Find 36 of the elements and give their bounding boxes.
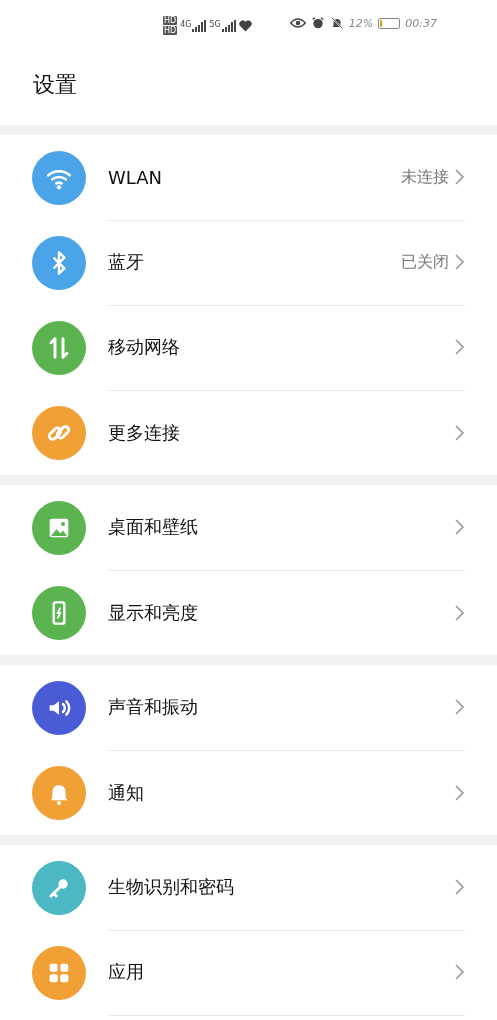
signal-icon — [192, 19, 207, 32]
setting-label[interactable]: 显示和亮度 — [108, 600, 453, 625]
chevron-icon — [453, 877, 465, 897]
setting-label[interactable]: 应用 — [108, 960, 453, 984]
network-type: 4G — [180, 19, 192, 29]
hd-badge: HD — [163, 26, 178, 35]
chevron-icon — [453, 782, 465, 803]
chevron-icon — [453, 337, 465, 357]
chevron-icon — [453, 517, 465, 537]
battery-percent: 12% — [348, 16, 374, 30]
muted-bell-icon — [329, 16, 344, 30]
heart-icon — [238, 19, 252, 32]
signal-icon — [221, 19, 236, 32]
eye-icon — [289, 17, 306, 29]
chevron-icon — [453, 962, 465, 982]
chevron-icon — [453, 167, 465, 187]
chevron-icon — [453, 697, 465, 717]
setting-label[interactable]: 桌面和壁纸 — [108, 515, 453, 539]
chevron-icon — [453, 422, 465, 443]
setting-label[interactable]: 蓝牙 — [108, 250, 401, 274]
alarm-icon — [310, 16, 325, 30]
setting-label[interactable]: 移动网络 — [108, 335, 453, 359]
battery-icon — [378, 17, 401, 29]
page-title: 设置 — [32, 71, 78, 99]
setting-label[interactable]: 声音和振动 — [108, 695, 453, 719]
chevron-icon — [453, 252, 465, 272]
setting-label[interactable]: 更多连接 — [108, 420, 453, 445]
chevron-icon — [453, 602, 465, 623]
setting-label[interactable]: 通知 — [108, 780, 453, 805]
setting-label[interactable]: WLAN — [108, 166, 401, 188]
network-type: 5G — [209, 19, 221, 29]
setting-value: 未连接 — [401, 166, 449, 188]
setting-label[interactable]: 生物识别和密码 — [108, 875, 453, 899]
clock: 00:37 — [405, 16, 437, 30]
setting-value: 已关闭 — [401, 251, 449, 273]
hd-badge: HD — [163, 16, 178, 25]
